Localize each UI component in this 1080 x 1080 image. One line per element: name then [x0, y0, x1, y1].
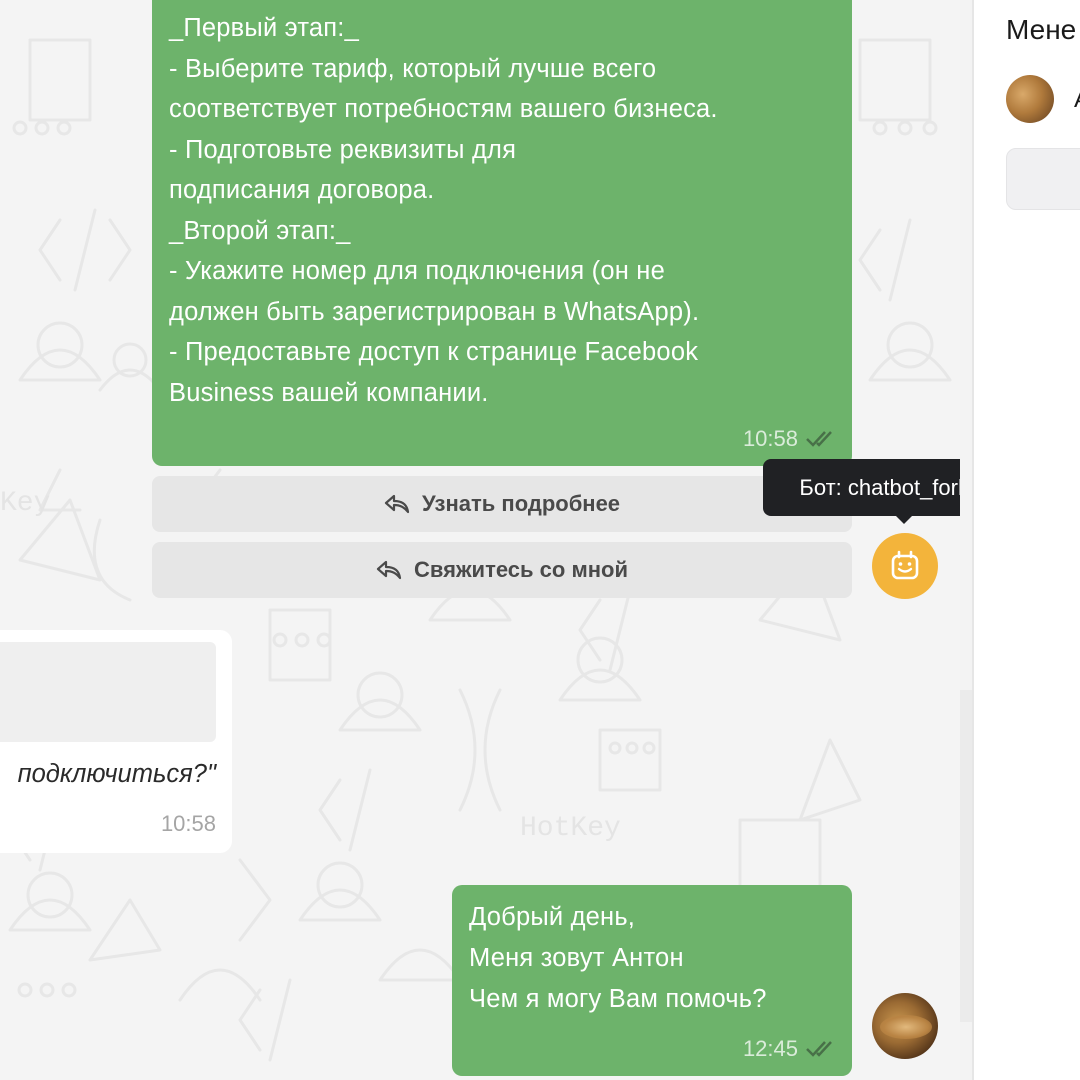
- learn-more-label: Узнать подробнее: [421, 491, 621, 516]
- robot-icon: [891, 550, 919, 580]
- learn-more-button[interactable]: Узнать подробнее: [152, 476, 852, 532]
- message-line: - Выберите тариф, который лучше всего: [169, 54, 657, 83]
- message-meta: 12:45: [743, 1036, 836, 1062]
- message-line: Добрый день,: [469, 903, 636, 931]
- tooltip-arrow: [895, 515, 913, 524]
- message-line: Business вашей компании.: [169, 378, 489, 407]
- message-line: - Укажите номер для подключения (он не: [169, 257, 665, 285]
- double-check-icon: [806, 431, 832, 447]
- scrollbar[interactable]: [960, 690, 972, 1022]
- outgoing-message-bubble: _Первый этап:_ - Выберите тариф, который…: [152, 0, 852, 466]
- message-meta: 10:58: [743, 426, 836, 452]
- avatar-photo: [880, 1015, 932, 1039]
- message-line: Чем я могу Вам помочь?: [469, 985, 767, 1013]
- incoming-message-bubble: подключиться?" 10:58: [0, 630, 232, 853]
- contact-me-button[interactable]: Свяжитесь со мной: [152, 542, 852, 598]
- svg-text:HotKey: HotKey: [520, 813, 621, 844]
- bot-avatar[interactable]: [872, 533, 938, 599]
- message-line: соответствует потребностям вашего бизнес…: [169, 95, 718, 123]
- panel-title: Мене: [1006, 14, 1077, 45]
- message-line: должен быть зарегистрирован в WhatsApp).: [169, 297, 700, 326]
- message-line: _Первый этап:_: [169, 14, 359, 42]
- message-line: - Подготовьте реквизиты для: [169, 135, 517, 164]
- message-line: подписания договора.: [169, 176, 435, 204]
- manager-select-field[interactable]: [1006, 148, 1080, 210]
- message-line: Меня зовут Антон: [469, 944, 684, 972]
- message-text: подключиться?": [17, 760, 216, 788]
- message-line: _Второй этап:_: [169, 216, 351, 245]
- reply-icon: [376, 560, 402, 580]
- message-text: _Первый этап:_ - Выберите тариф, который…: [169, 8, 839, 413]
- message-line: - Предоставьте доступ к странице Faceboo…: [169, 338, 699, 366]
- reply-icon: [384, 494, 410, 514]
- chat-area: HotKey Key _Первый этап:_ - Выберите тар…: [0, 0, 960, 1080]
- quoted-message[interactable]: [0, 642, 216, 742]
- right-panel: Мене А: [974, 0, 1080, 1080]
- message-text: Добрый день, Меня зовут Антон Чем я могу…: [469, 897, 767, 1020]
- manager-name: А: [1074, 86, 1080, 114]
- message-time: 10:58: [742, 426, 798, 451]
- bot-tooltip: Бот: chatbot_forleads: [763, 459, 960, 516]
- outgoing-message-bubble: Добрый день, Меня зовут Антон Чем я могу…: [452, 885, 852, 1076]
- message-time: 10:58: [160, 811, 216, 836]
- svg-text:Key: Key: [0, 488, 50, 519]
- user-avatar[interactable]: [872, 993, 938, 1059]
- double-check-icon: [806, 1041, 832, 1057]
- contact-me-label: Свяжитесь со мной: [414, 557, 628, 582]
- message-time: 12:45: [742, 1036, 798, 1061]
- manager-avatar[interactable]: [1006, 75, 1054, 123]
